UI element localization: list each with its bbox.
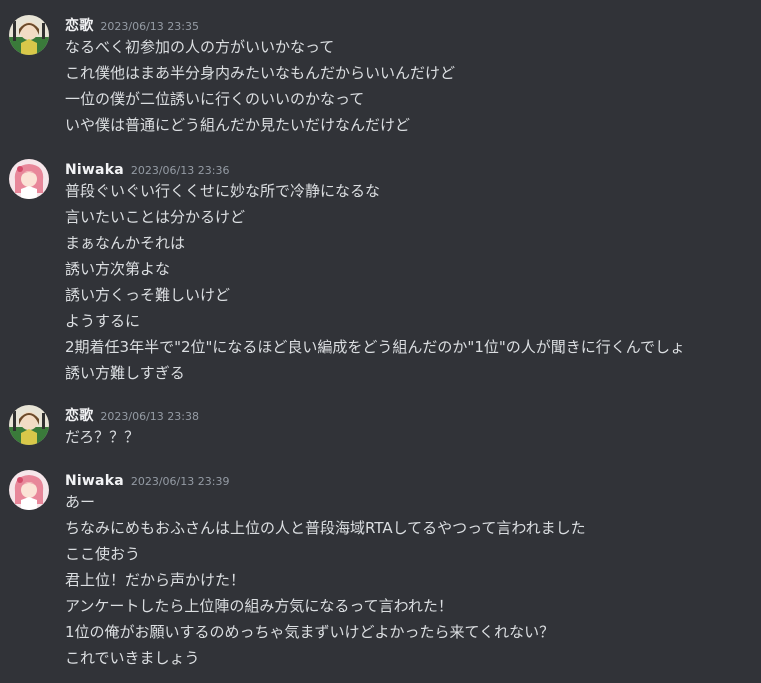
message-header: Niwaka 2023/06/13 23:39 bbox=[65, 470, 229, 490]
niwaka-avatar[interactable] bbox=[9, 470, 49, 510]
renka-avatar[interactable] bbox=[9, 15, 49, 55]
message-text: 一位の僕が二位誘いに行くのいいのかなって bbox=[65, 90, 365, 108]
message-text: だろ？？？ bbox=[65, 428, 140, 446]
timestamp: 2023/06/13 23:35 bbox=[100, 20, 200, 33]
renka-avatar[interactable] bbox=[9, 405, 49, 445]
timestamp: 2023/06/13 23:38 bbox=[100, 410, 200, 423]
message-text: 誘い方難しすぎる bbox=[65, 364, 185, 382]
message-lines: だろ？？？ bbox=[65, 424, 139, 450]
message-text: あー bbox=[65, 493, 96, 511]
niwaka-avatar[interactable] bbox=[9, 159, 49, 199]
username[interactable]: Niwaka bbox=[65, 162, 124, 178]
message-text: ようするに bbox=[65, 312, 141, 330]
message-text: 君上位！だから声かけた！ bbox=[65, 571, 246, 589]
message-text: 1位の俺がお願いするのめっちゃ気まずいけどよかったら来てくれない？ bbox=[65, 623, 555, 641]
message-text: 誘い方くっそ難しいけど bbox=[65, 286, 231, 304]
message-text: これ僕他はまあ半分身内みたいなもんだからいいんだけど bbox=[65, 64, 456, 82]
message-text: いや僕は普通にどう組んだか見たいだけなんだけど bbox=[65, 116, 411, 134]
message-text: なるべく初参加の人の方がいいかなって bbox=[65, 38, 335, 56]
message-header: 恋歌 2023/06/13 23:38 bbox=[65, 405, 199, 425]
message-text: アンケートしたら上位陣の組み方気になるって言われた！ bbox=[65, 597, 453, 615]
message-text: まぁなんかそれは bbox=[65, 234, 186, 252]
timestamp: 2023/06/13 23:36 bbox=[130, 164, 230, 177]
message-text: 誘い方次第よな bbox=[65, 260, 171, 278]
message-lines: あー ちなみにめもおふさんは上位の人と普段海域RTAしてるやつって言われました … bbox=[65, 489, 586, 671]
username[interactable]: 恋歌 bbox=[65, 408, 93, 424]
timestamp: 2023/06/13 23:39 bbox=[130, 475, 230, 488]
chat-message-list: 恋歌 2023/06/13 23:35 なるべく初参加の人の方がいいかなって これ… bbox=[0, 0, 761, 683]
username[interactable]: 恋歌 bbox=[65, 18, 93, 34]
username[interactable]: Niwaka bbox=[65, 473, 124, 489]
message-text: 言いたいことは分かるけど bbox=[65, 208, 246, 226]
message-text: 普段ぐいぐい行くくせに妙な所で冷静になるな bbox=[65, 182, 381, 200]
message-text: ちなみにめもおふさんは上位の人と普段海域RTAしてるやつって言われました bbox=[65, 519, 586, 537]
message-text: これでいきましょう bbox=[65, 649, 200, 667]
message-header: 恋歌 2023/06/13 23:35 bbox=[65, 15, 199, 35]
message-lines: 普段ぐいぐい行くくせに妙な所で冷静になるな 言いたいことは分かるけど まぁなんか… bbox=[65, 178, 685, 386]
message-text: ここ使おう bbox=[65, 545, 141, 563]
message-header: Niwaka 2023/06/13 23:36 bbox=[65, 159, 229, 179]
message-lines: なるべく初参加の人の方がいいかなって これ僕他はまあ半分身内みたいなもんだからい… bbox=[65, 34, 455, 138]
message-text: 2期着任3年半で"2位"になるほど良い編成をどう組んだのか"1位"の人が聞きに行… bbox=[65, 338, 686, 356]
